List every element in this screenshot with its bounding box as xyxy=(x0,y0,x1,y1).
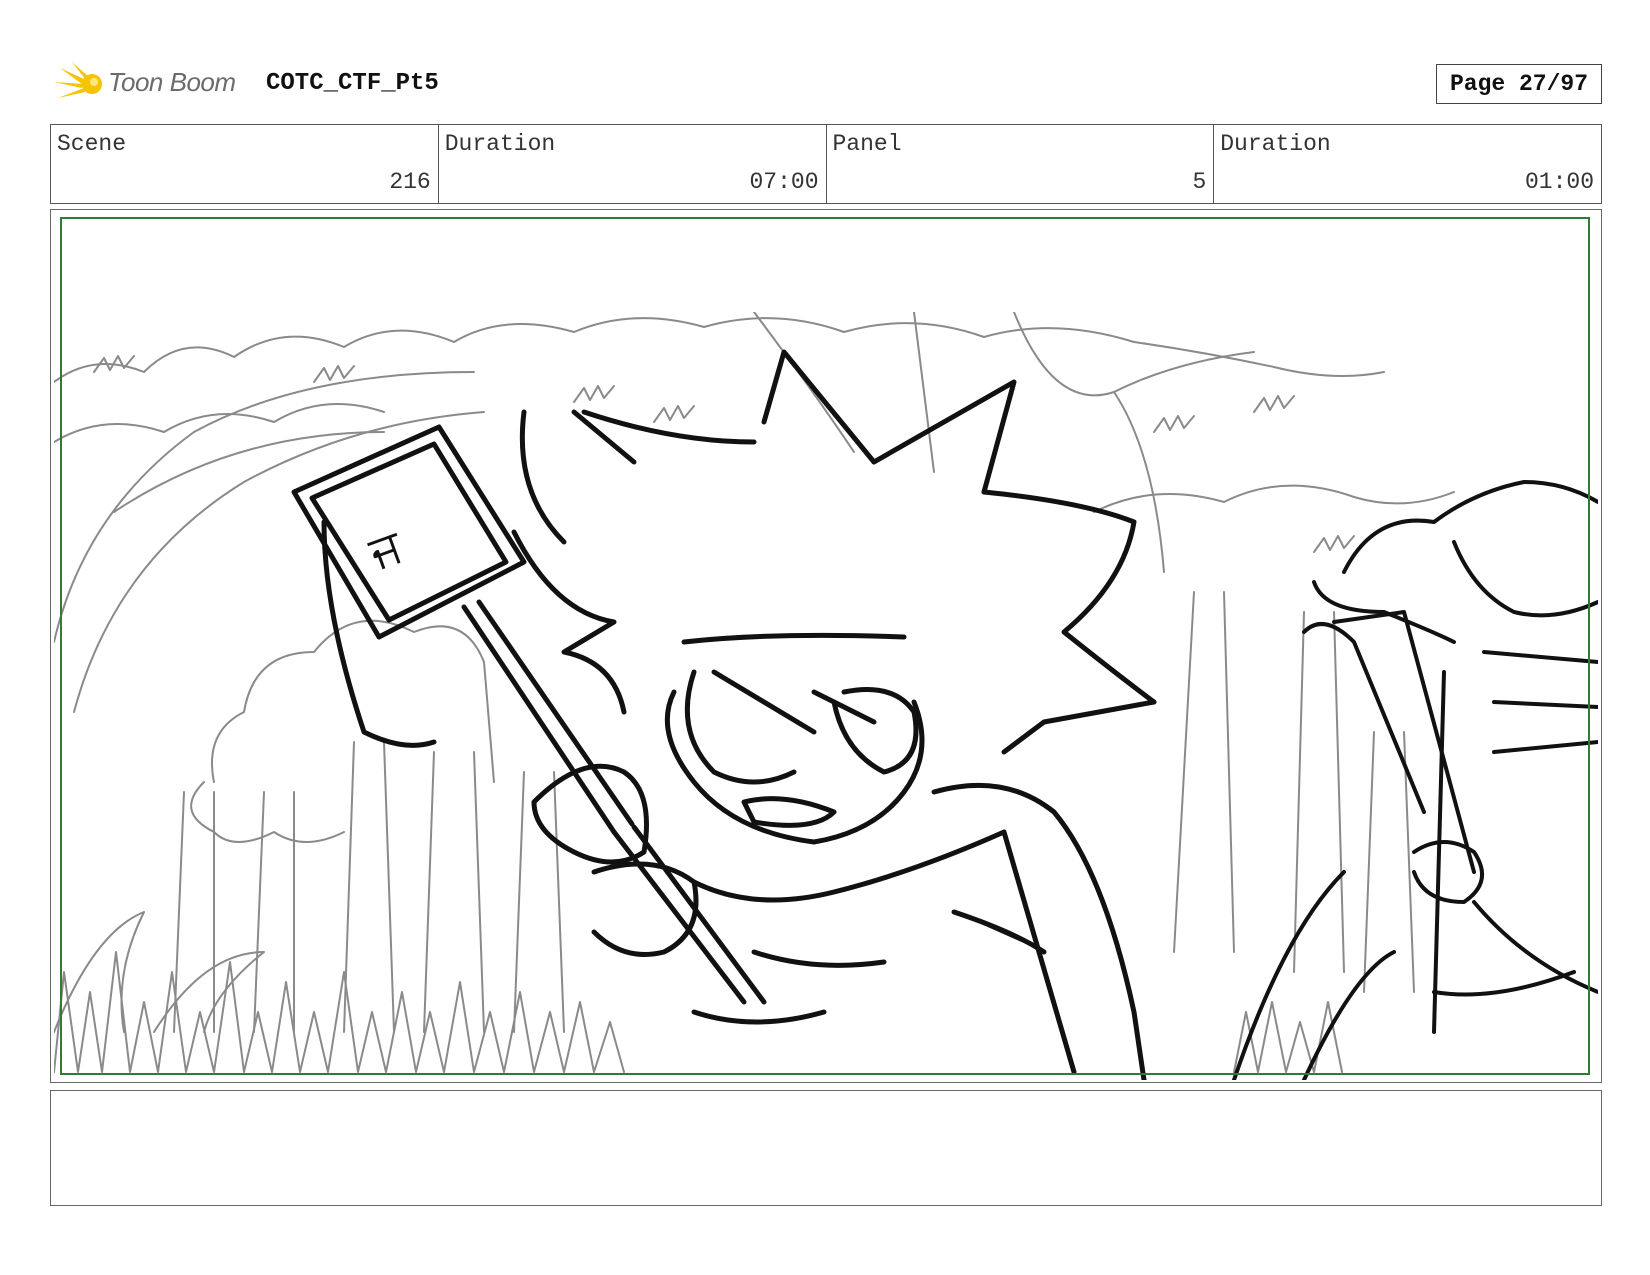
scene-cell: Scene 216 xyxy=(51,125,439,203)
scene-duration-cell: Duration 07:00 xyxy=(439,125,827,203)
panel-duration-cell: Duration 01:00 xyxy=(1214,125,1601,203)
panel-duration-label: Duration xyxy=(1220,131,1331,157)
project-title: COTC_CTF_Pt5 xyxy=(266,70,439,97)
panel-label: Panel xyxy=(832,131,902,157)
panel-cell: Panel 5 xyxy=(827,125,1215,203)
page-indicator: Page 27/97 xyxy=(1436,64,1602,104)
starburst-icon xyxy=(54,62,102,98)
logo-text: Toon Boom xyxy=(108,67,236,97)
scene-info-table: Scene 216 Duration 07:00 Panel 5 Duratio… xyxy=(50,124,1602,204)
panel-duration-value: 01:00 xyxy=(1524,169,1594,195)
toon-boom-logo: Toon Boom xyxy=(52,58,242,110)
panel-value: 5 xyxy=(1192,169,1207,195)
safe-area-frame xyxy=(60,217,1590,1075)
scene-label: Scene xyxy=(57,131,127,157)
panel-notes-box xyxy=(50,1090,1602,1206)
scene-duration-value: 07:00 xyxy=(749,169,819,195)
scene-value: 216 xyxy=(389,169,431,195)
scene-duration-label: Duration xyxy=(444,131,556,157)
